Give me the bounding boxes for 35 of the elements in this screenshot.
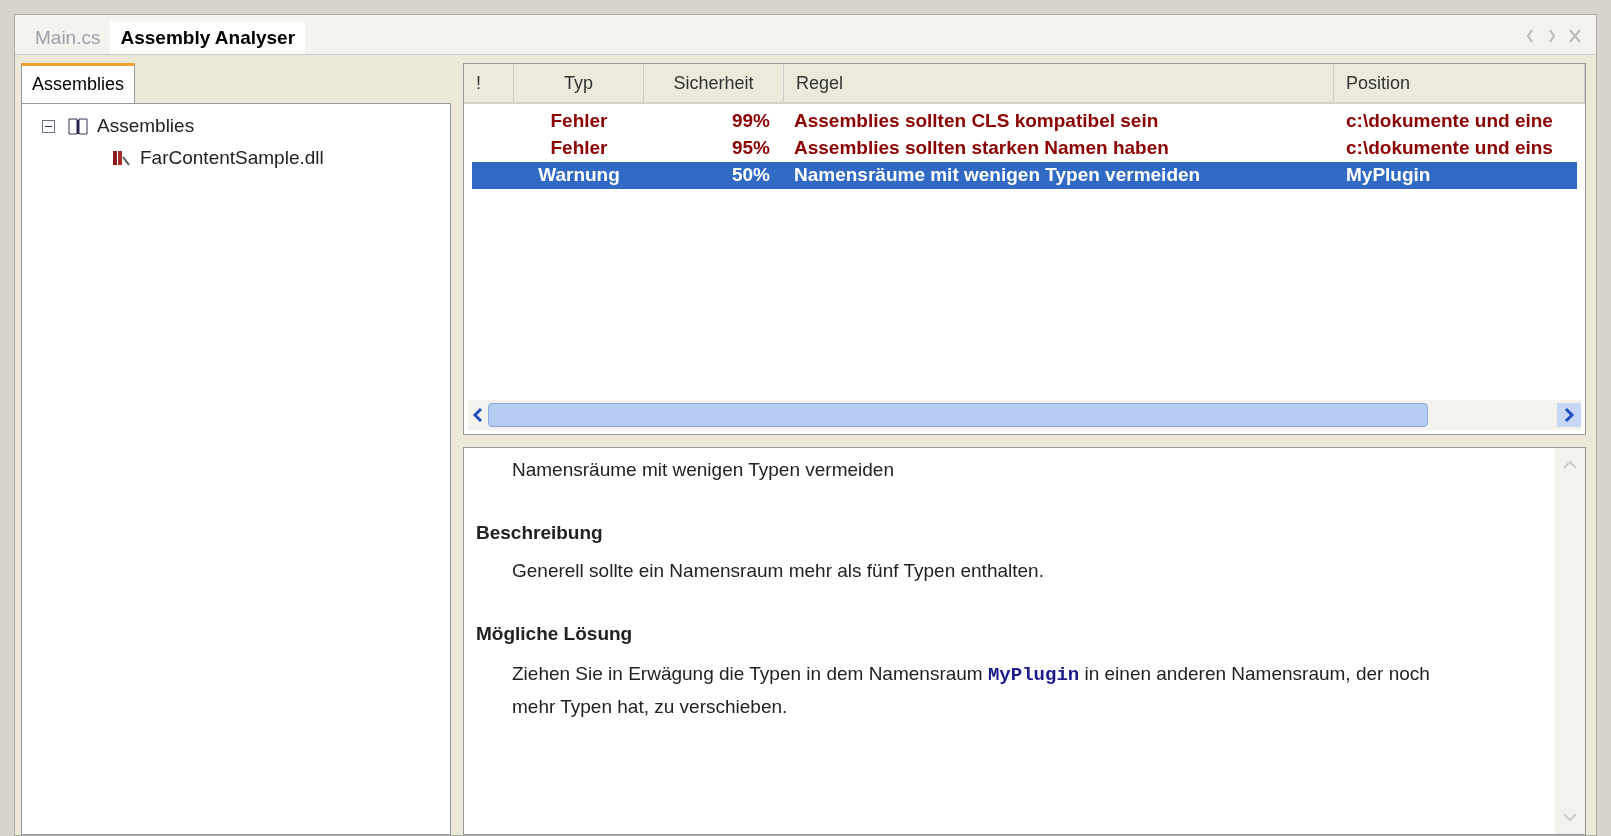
document-tab[interactable]: Assembly Analyser <box>110 22 306 54</box>
type-cell-text: Warnung <box>537 163 621 188</box>
section-heading: Mögliche Lösung <box>476 621 634 646</box>
rule-cell-text: Assemblies sollten CLS kompatibel sein <box>793 109 1160 134</box>
tree-item[interactable]: FarContentSample.dll <box>140 143 324 173</box>
assembly-icon <box>112 149 132 167</box>
section-text: Generell sollte ein Namensraum mehr als fünf Typen enthalten. <box>511 559 1045 583</box>
vertical-scrollbar[interactable] <box>1555 448 1585 834</box>
rule-cell-text: Namensräume mit wenigen Typen vermeiden <box>793 163 1202 188</box>
result-row[interactable]: Fehler 95% Assemblies sollten starken Namen haben c:\dokumente und eins <box>472 135 1577 162</box>
position-cell-text: MyPlugin <box>1345 163 1431 188</box>
column-header[interactable]: Sicherheit <box>644 64 784 102</box>
column-header[interactable]: Typ <box>514 64 644 102</box>
column-header[interactable]: Position <box>1334 64 1585 102</box>
certainty-cell-text: 50% <box>730 163 771 188</box>
rule-title: Namensräume mit wenigen Typen vermeiden <box>511 458 895 482</box>
position-cell-text: c:\dokumente und eins <box>1345 136 1553 161</box>
rule-cell-text: Assemblies sollten starken Namen haben <box>793 136 1170 161</box>
scroll-right-icon[interactable] <box>1557 403 1581 427</box>
section-text: Ziehen Sie in Erwägung die Typen in dem Namensraum MyPlugin in einen anderen Namensraum, der noch mehr Typen hat, zu verschieben. <box>511 662 1431 719</box>
certainty-cell-text: 95% <box>730 136 771 161</box>
result-row[interactable]: Fehler 99% Assemblies sollten CLS kompatibel sein c:\dokumente und eine <box>472 108 1577 135</box>
panel-tab[interactable]: Assemblies <box>21 63 136 103</box>
column-header[interactable]: Regel <box>784 64 1334 102</box>
tree-item[interactable]: Assemblies <box>97 111 195 141</box>
type-cell-text: Fehler <box>549 109 609 134</box>
result-row[interactable]: Warnung 50% Namensräume mit wenigen Typen vermeiden MyPlugin <box>472 162 1577 189</box>
section-heading: Beschreibung <box>476 520 604 545</box>
horizontal-scrollbar[interactable] <box>468 400 1581 430</box>
book-icon <box>67 116 89 136</box>
column-header[interactable]: ! <box>464 64 514 102</box>
collapse-icon[interactable] <box>42 119 55 133</box>
type-cell-text: Fehler <box>549 136 609 161</box>
position-cell-text: c:\dokumente und eine <box>1345 109 1553 134</box>
certainty-cell-text: 99% <box>730 109 771 134</box>
